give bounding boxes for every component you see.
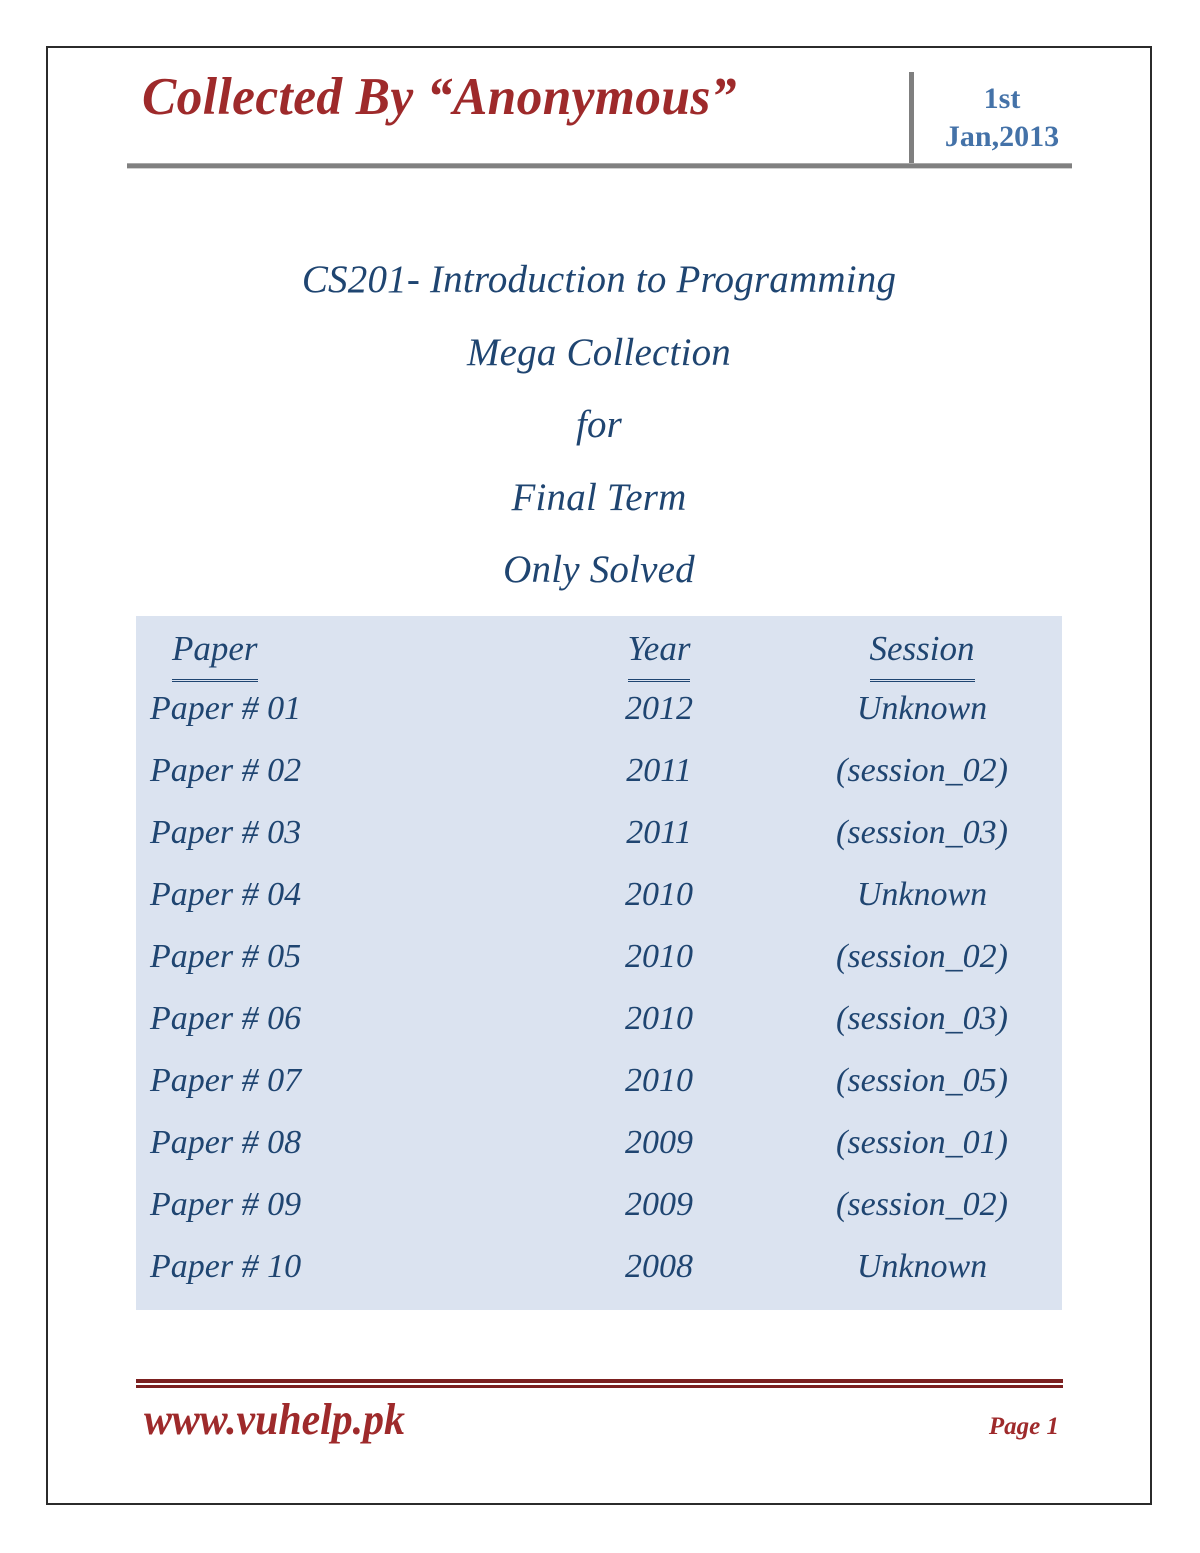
footer-page-number: Page 1 [988,1413,1059,1440]
cell-session: (session_01) [836,1124,1008,1161]
table-row: Paper # 01 2012 Unknown [136,678,1062,740]
header-date-month-year: Jan,2013 [944,119,1060,153]
column-header-paper: Paper [136,620,536,682]
cell-session: Unknown [856,690,988,727]
cell-paper: Paper # 07 [150,1062,302,1099]
header-date-day: 1st [983,82,1021,115]
cell-paper: Paper # 01 [150,690,302,727]
cell-year: 2011 [626,814,692,851]
cell-session: (session_03) [836,814,1008,851]
footer-rule-upper [136,1379,1063,1383]
cell-year: 2009 [625,1124,693,1161]
table-row: Paper # 08 2009 (session_01) [136,1112,1062,1174]
cell-paper: Paper # 06 [150,1000,302,1037]
cell-paper: Paper # 05 [150,938,302,975]
header-date: 1st Jan,2013 [927,80,1077,155]
cell-session: (session_02) [836,938,1008,975]
cell-paper: Paper # 03 [150,814,302,851]
table-row: Paper # 07 2010 (session_05) [136,1050,1062,1112]
header-horizontal-rule [127,163,1072,169]
footer-double-rule [136,1379,1063,1388]
cell-paper: Paper # 08 [150,1124,302,1161]
table-header-row: Paper Year Session [136,620,1062,682]
cell-year: 2010 [625,876,693,913]
cell-year: 2008 [625,1248,693,1285]
document-page: Collected By “Anonymous” 1st Jan,2013 CS… [0,0,1200,1553]
title-line-for: for [575,403,623,447]
footer-rule-lower [136,1385,1063,1388]
cell-year: 2009 [625,1186,693,1223]
title-line-final-term: Final Term [511,475,687,519]
cell-session: (session_05) [836,1062,1008,1099]
title-line-collection: Mega Collection [466,330,732,374]
cell-session: (session_02) [836,1186,1008,1223]
table-row: Paper # 02 2011 (session_02) [136,740,1062,802]
cell-session: (session_03) [836,1000,1008,1037]
table-row: Paper # 04 2010 Unknown [136,864,1062,926]
column-header-session: Session [782,620,1062,682]
cell-year: 2012 [625,690,693,727]
cell-year: 2010 [625,1000,693,1037]
table-row: Paper # 10 2008 Unknown [136,1236,1062,1298]
cell-year: 2011 [626,752,692,789]
table-row: Paper # 05 2010 (session_02) [136,926,1062,988]
table-row: Paper # 06 2010 (session_03) [136,988,1062,1050]
cell-paper: Paper # 04 [150,876,302,913]
cell-paper: Paper # 09 [150,1186,302,1223]
document-title-block: CS201- Introduction to Programming Mega … [136,244,1062,607]
cell-paper: Paper # 02 [150,752,302,789]
table-row: Paper # 03 2011 (session_03) [136,802,1062,864]
page-footer: www.vuhelp.pk Page 1 [136,1398,1063,1468]
cell-year: 2010 [625,1062,693,1099]
page-header: Collected By “Anonymous” 1st Jan,2013 [127,66,1073,176]
cell-session: Unknown [856,876,988,913]
cell-paper: Paper # 10 [150,1248,302,1285]
column-header-year: Year [536,620,782,682]
title-line-only-solved: Only Solved [503,548,695,592]
cell-year: 2010 [625,938,693,975]
cell-session: Unknown [856,1248,988,1285]
paper-list-table: Paper Year Session Paper # 01 2012 Unkno… [136,616,1062,1310]
table-row: Paper # 09 2009 (session_02) [136,1174,1062,1236]
cell-session: (session_02) [836,752,1008,789]
footer-website[interactable]: www.vuhelp.pk [144,1398,405,1442]
header-title: Collected By “Anonymous” [142,68,737,126]
header-vertical-divider [909,72,914,164]
title-line-course: CS201- Introduction to Programming [301,258,897,301]
